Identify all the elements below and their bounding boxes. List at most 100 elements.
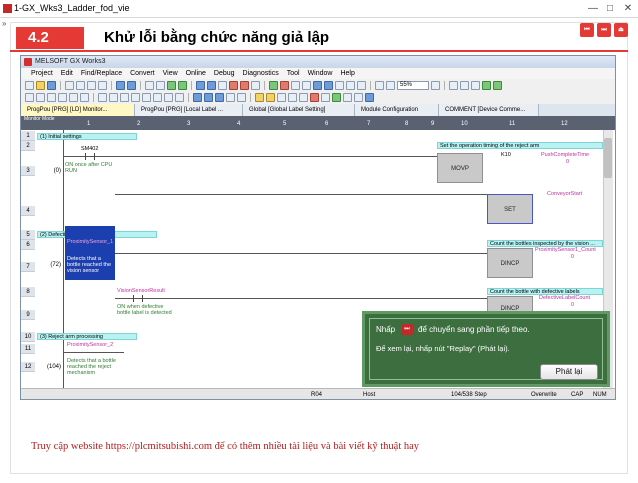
zoom-select[interactable]: 55% xyxy=(397,80,429,90)
ladder-parallel-icon[interactable] xyxy=(47,92,56,102)
ladder-line-erase-icon[interactable] xyxy=(237,92,246,102)
ladder-settings-icon[interactable] xyxy=(365,92,374,102)
ladder-op-result-fall-icon[interactable] xyxy=(215,92,224,102)
simulation-start-icon[interactable] xyxy=(269,80,278,90)
tab-module-configuration[interactable]: Module Configuration xyxy=(355,104,439,116)
ladder-coil-icon[interactable] xyxy=(69,92,78,102)
monitor-mode-icon[interactable] xyxy=(229,80,238,90)
device-note: Detects that a bottle reached the vision… xyxy=(67,256,112,274)
ladder-delete-vline-icon[interactable] xyxy=(131,92,140,102)
popup-text-replay: Để xem lại, nhấp nút "Replay" (Phát lại)… xyxy=(376,344,510,353)
redo-icon[interactable] xyxy=(127,80,136,90)
contact-sm402[interactable] xyxy=(85,153,95,160)
ladder-comment-icon[interactable] xyxy=(277,92,286,102)
ladder-statement-icon[interactable] xyxy=(288,92,297,102)
menu-help[interactable]: Help xyxy=(340,68,354,79)
verify-plc-icon[interactable] xyxy=(218,80,227,90)
menu-find-replace[interactable]: Find/Replace xyxy=(81,68,122,79)
ladder-vline-icon[interactable] xyxy=(109,92,118,102)
ladder-label-icon[interactable] xyxy=(266,92,275,102)
device-list-icon[interactable] xyxy=(357,80,366,90)
new-project-icon[interactable] xyxy=(25,80,34,90)
element-selection-icon[interactable] xyxy=(324,80,333,90)
close-button[interactable]: ✕ xyxy=(621,2,635,15)
menu-view[interactable]: View xyxy=(163,68,178,79)
copy-icon[interactable] xyxy=(87,80,96,90)
ladder-rising-icon[interactable] xyxy=(142,92,151,102)
run-icon[interactable] xyxy=(482,80,491,90)
output-icon[interactable] xyxy=(335,80,344,90)
cross-reference-icon[interactable] xyxy=(346,80,355,90)
convert-all-icon[interactable] xyxy=(178,80,187,90)
note-display-icon[interactable] xyxy=(471,80,480,90)
menu-debug[interactable]: Debug xyxy=(214,68,235,79)
save-icon[interactable] xyxy=(47,80,56,90)
ladder-parallel-b-icon[interactable] xyxy=(58,92,67,102)
convert-icon[interactable] xyxy=(167,80,176,90)
menu-window[interactable]: Window xyxy=(308,68,333,79)
ladder-rising-parallel-icon[interactable] xyxy=(164,92,173,102)
ladder-falling-icon[interactable] xyxy=(153,92,162,102)
read-plc-icon[interactable] xyxy=(196,80,205,90)
watch-icon[interactable] xyxy=(251,80,260,90)
ladder-fb-icon[interactable] xyxy=(255,92,264,102)
contact-vision-result[interactable] xyxy=(133,295,143,302)
zoom-in-icon[interactable] xyxy=(386,80,395,90)
navigation-icon[interactable] xyxy=(313,80,322,90)
ladder-falling-parallel-icon[interactable] xyxy=(175,92,184,102)
replay-button[interactable]: Phát lại xyxy=(540,364,598,380)
instruction-set[interactable]: SET xyxy=(487,194,533,224)
ladder-line-draw-icon[interactable] xyxy=(226,92,235,102)
ladder-jump-icon[interactable] xyxy=(321,92,330,102)
undo-icon[interactable] xyxy=(116,80,125,90)
ladder-delete-hline-icon[interactable] xyxy=(120,92,129,102)
scrollbar-thumb[interactable] xyxy=(604,138,612,178)
expand-icon[interactable]: » xyxy=(2,19,6,28)
rung-line xyxy=(115,253,487,254)
zoom-dropdown-icon[interactable] xyxy=(431,80,440,90)
ladder-check-icon[interactable] xyxy=(332,92,341,102)
open-project-icon[interactable] xyxy=(36,80,45,90)
ladder-option-icon[interactable] xyxy=(343,92,352,102)
comment-display-icon[interactable] xyxy=(449,80,458,90)
maximize-button[interactable]: □ xyxy=(603,2,617,15)
menu-convert[interactable]: Convert xyxy=(130,68,155,79)
menu-project[interactable]: Project xyxy=(31,68,53,79)
paste-icon[interactable] xyxy=(98,80,107,90)
monitor-stop-icon[interactable] xyxy=(240,80,249,90)
instruction-movp[interactable]: MOVP xyxy=(437,153,483,183)
find-icon[interactable] xyxy=(145,80,154,90)
ladder-function-icon[interactable] xyxy=(80,92,89,102)
ladder-note-icon[interactable] xyxy=(299,92,308,102)
menu-edit[interactable]: Edit xyxy=(61,68,73,79)
ladder-bookmark-icon[interactable] xyxy=(310,92,319,102)
ladder-hline-icon[interactable] xyxy=(98,92,107,102)
ladder-invert-icon[interactable] xyxy=(193,92,202,102)
tab-device-comment[interactable]: COMMENT [Device Comme... xyxy=(439,104,539,116)
cut-icon[interactable] xyxy=(76,80,85,90)
tab-progpou-local-label[interactable]: ProgPou [PRG] [Local Label ... xyxy=(135,104,243,116)
zoom-out-icon[interactable] xyxy=(375,80,384,90)
instruction-dincp[interactable]: DINCP xyxy=(487,248,533,278)
write-plc-icon[interactable] xyxy=(207,80,216,90)
print-icon[interactable] xyxy=(65,80,74,90)
simulation-stop-icon[interactable] xyxy=(280,80,289,90)
menu-tool[interactable]: Tool xyxy=(287,68,300,79)
menu-diagnostics[interactable]: Diagnostics xyxy=(243,68,279,79)
exit-icon[interactable]: ⏏ xyxy=(614,23,628,37)
previous-icon[interactable]: ⏮ xyxy=(580,23,594,37)
buffer-memory-icon[interactable] xyxy=(302,80,311,90)
confirm-icon[interactable] xyxy=(493,80,502,90)
ladder-search-icon[interactable] xyxy=(354,92,363,102)
ladder-contact-b-icon[interactable] xyxy=(36,92,45,102)
ladder-contact-icon[interactable] xyxy=(25,92,34,102)
next-icon[interactable]: ⏭ xyxy=(597,23,611,37)
tab-progpou-ld[interactable]: ProgPou [PRG] [LD] Monitor... xyxy=(21,104,135,116)
minimize-button[interactable]: — xyxy=(586,2,600,15)
device-batch-icon[interactable] xyxy=(291,80,300,90)
menu-online[interactable]: Online xyxy=(186,68,206,79)
ladder-op-result-rise-icon[interactable] xyxy=(204,92,213,102)
tab-global-label[interactable]: Global [Global Label Setting] xyxy=(243,104,355,116)
statement-display-icon[interactable] xyxy=(460,80,469,90)
replace-icon[interactable] xyxy=(156,80,165,90)
